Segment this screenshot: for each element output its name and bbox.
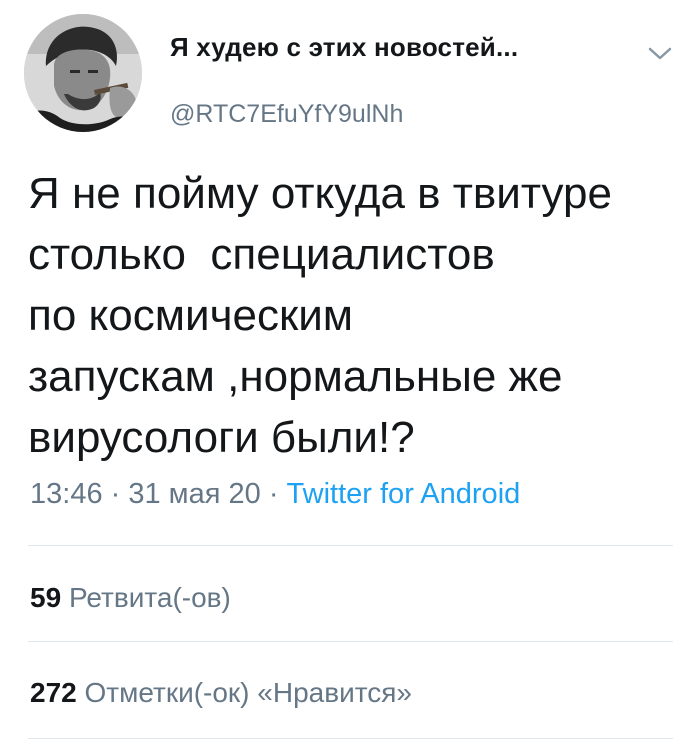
tweet-header: Я худею с этих новостей... @RTC7EfuYfY9u… — [24, 14, 680, 132]
retweets-count: 59 — [30, 582, 62, 613]
avatar[interactable] — [24, 14, 142, 132]
retweets-label: Ретвита(-ов) — [68, 582, 231, 613]
likes-stat[interactable]: 272 Отметки(-ок) «Нравится» — [30, 677, 412, 709]
meta-separator: · — [260, 478, 287, 510]
profile-photo-icon — [24, 14, 142, 132]
tweet-time[interactable]: 13:46 — [30, 478, 103, 510]
tweet-meta: 13:46 · 31 мая 20 · Twitter for Android — [30, 478, 520, 511]
retweets-stat[interactable]: 59 Ретвита(-ов) — [30, 582, 231, 614]
tweet-source-link[interactable]: Twitter for Android — [287, 478, 521, 510]
meta-separator: · — [102, 478, 129, 510]
divider — [28, 545, 673, 546]
tweet-date[interactable]: 31 мая 20 — [128, 478, 260, 510]
divider — [28, 641, 673, 642]
author-handle[interactable]: @RTC7EfuYfY9ulNh — [170, 100, 403, 129]
author-display-name[interactable]: Я худею с этих новостей... — [170, 32, 518, 63]
divider — [28, 738, 673, 739]
likes-label: Отметки(-ок) «Нравится» — [84, 677, 412, 708]
likes-count: 272 — [30, 677, 77, 708]
chevron-down-icon[interactable] — [646, 44, 674, 64]
tweet-text: Я не пойму откуда в твитуре столько спец… — [28, 169, 612, 462]
